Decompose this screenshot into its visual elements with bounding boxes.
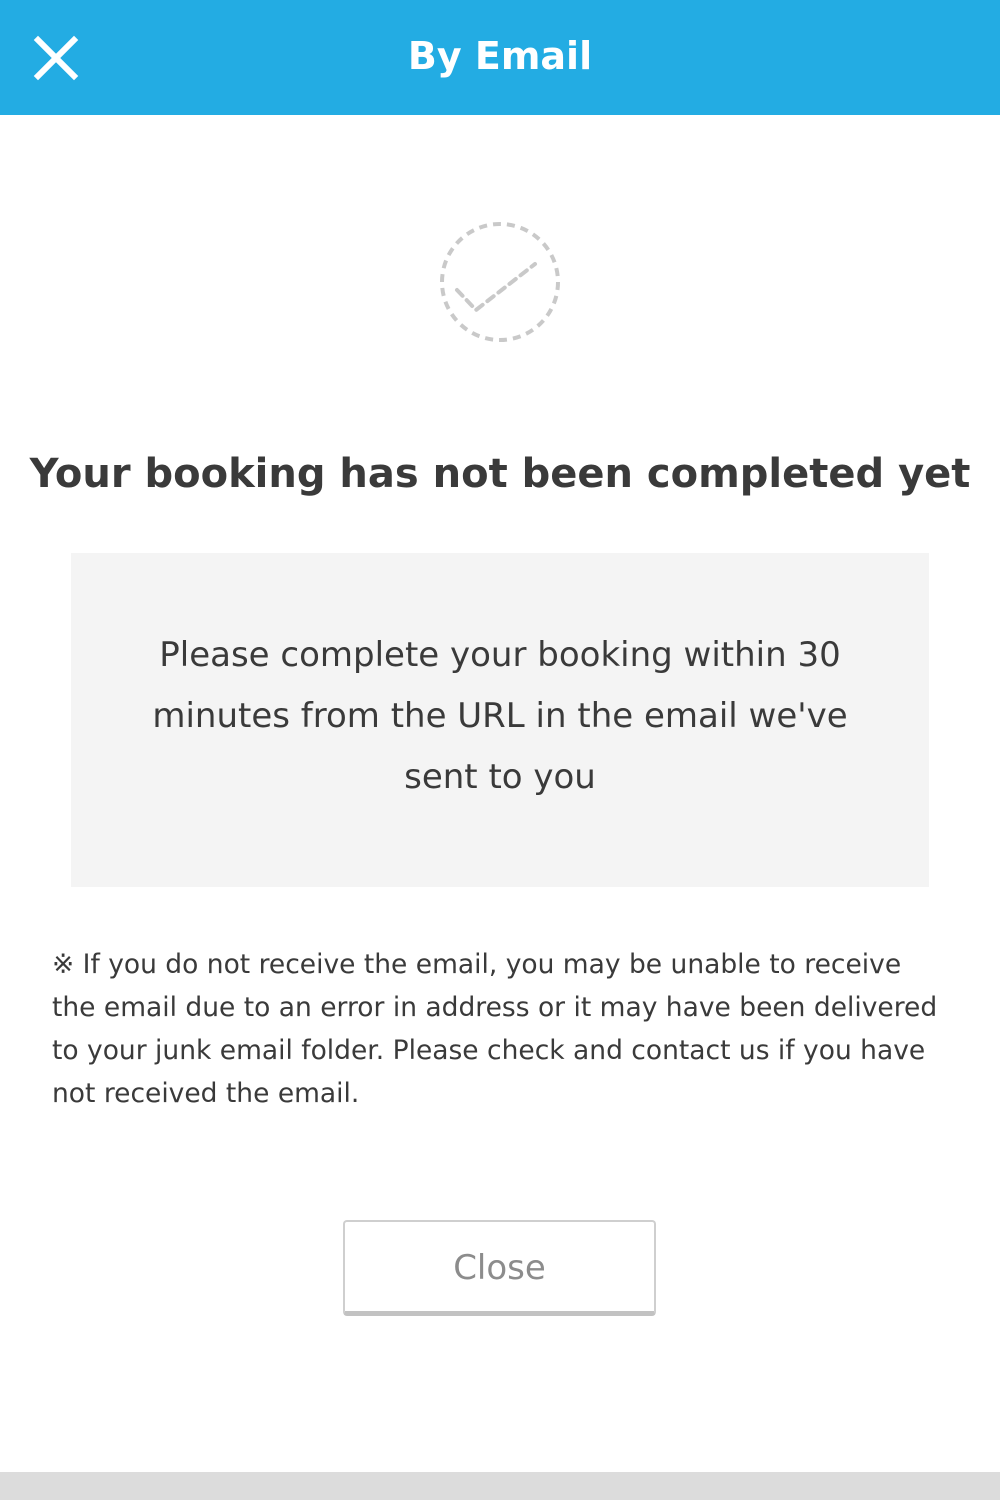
notice-text: Please complete your booking within 30 m… <box>152 635 848 797</box>
booking-email-screen: By Email Your booking has not been compl… <box>0 0 1000 1500</box>
dashed-check-circle-icon <box>438 220 562 344</box>
bottom-divider <box>0 1472 1000 1500</box>
notice-box: Please complete your booking within 30 m… <box>71 553 929 887</box>
close-icon[interactable] <box>30 32 82 84</box>
status-heading: Your booking has not been completed yet <box>29 451 971 497</box>
header-title: By Email <box>407 34 593 78</box>
close-button[interactable]: Close <box>343 1220 656 1316</box>
email-note: ※ If you do not receive the email, you m… <box>52 949 938 1109</box>
header-bar: By Email <box>0 0 1000 115</box>
